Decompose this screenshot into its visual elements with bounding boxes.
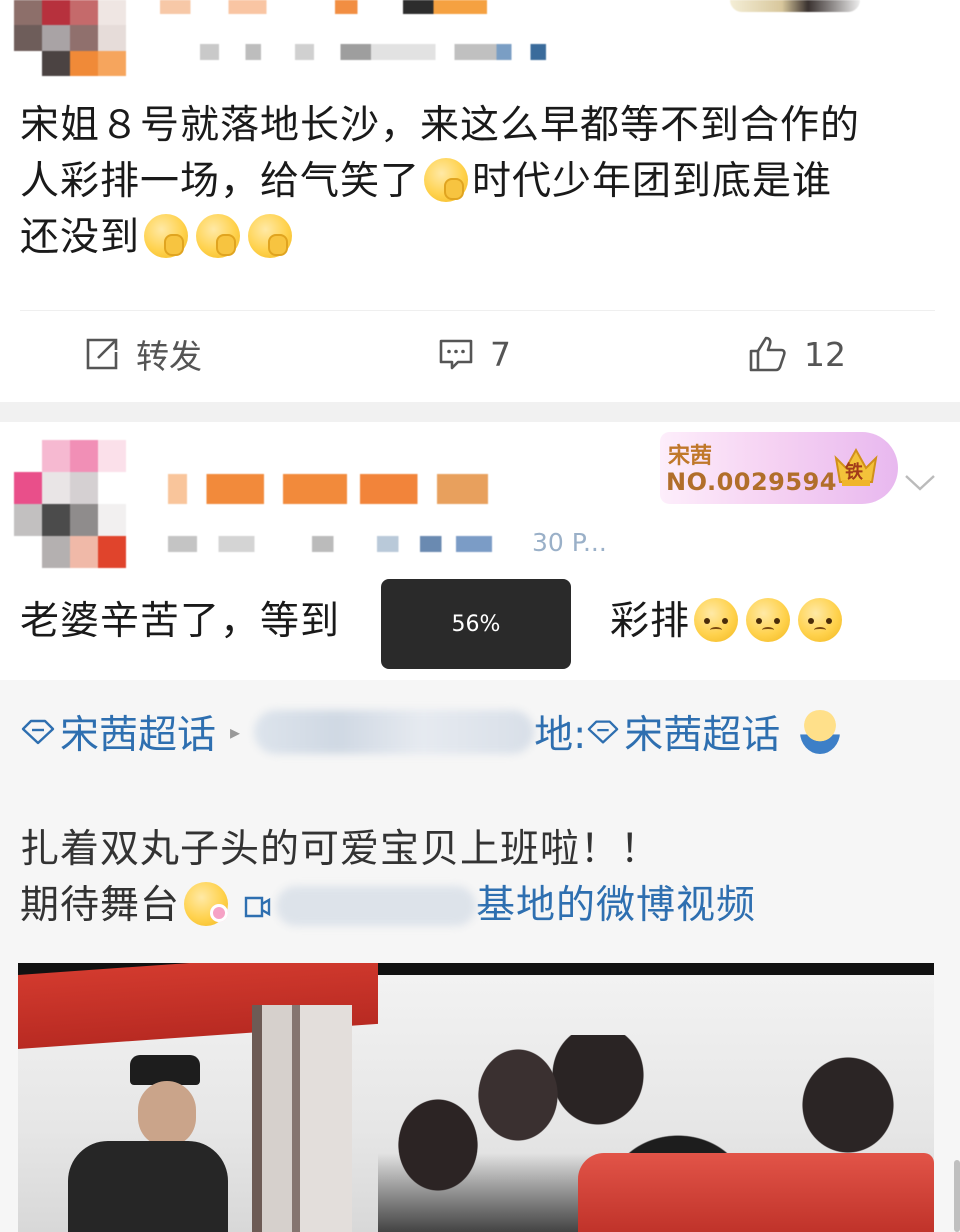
- avatar[interactable]: [14, 440, 126, 568]
- topic-link-1[interactable]: 宋茜超话: [60, 704, 216, 760]
- post-2-text-a: 老婆辛苦了，等到: [20, 599, 341, 644]
- fan-badge-title: 宋茜: [668, 444, 713, 469]
- fan-badge-number: NO.0029594: [666, 468, 837, 496]
- video-source-redacted: [276, 886, 477, 926]
- comment-icon: [439, 339, 473, 370]
- post-1-line-2: 人彩排一场，给气笑了 时代少年团到底是谁: [20, 158, 833, 204]
- sad-emoji-icon: [798, 598, 843, 642]
- video-link-icon: [244, 896, 271, 918]
- video-link[interactable]: 基地的微博视频: [232, 883, 756, 928]
- repost-label: 转发: [136, 337, 202, 376]
- reposted-card[interactable]: 宋茜超话 ▸ 地: 宋茜超话 扎着双丸子头的可爱宝贝上班啦！！ 期待舞台 基地的微…: [0, 680, 960, 1232]
- post-2-text-b: 彩排: [610, 599, 691, 644]
- like-button[interactable]: 12: [748, 332, 846, 376]
- username-redacted[interactable]: [168, 474, 488, 504]
- post-separator: [0, 402, 960, 422]
- topic-line: 宋茜超话 ▸ 地: 宋茜超话: [20, 704, 841, 760]
- header-thumbnail: [730, 0, 860, 12]
- video-frame: [18, 963, 934, 1232]
- post-meta-redacted: [168, 536, 528, 552]
- post-1-line-1: 宋姐８号就落地长沙，来这么早都等不到合作的: [20, 103, 861, 148]
- like-count: 12: [804, 334, 846, 374]
- thinking-emoji-icon: [196, 214, 241, 258]
- red-car: [578, 1153, 934, 1232]
- salute-emoji-icon: [800, 710, 841, 754]
- divider: [20, 310, 935, 311]
- thinking-emoji-icon: [424, 158, 469, 202]
- scrollbar[interactable]: [954, 1160, 960, 1232]
- diamond-topic-icon: [587, 720, 619, 744]
- reposted-line-1: 扎着双丸子头的可爱宝贝上班啦！！: [20, 827, 661, 872]
- topic-separator: ▸: [230, 720, 241, 744]
- post-1-text: 宋姐８号就落地长沙，来这么早都等不到合作的 人彩排一场，给气笑了 时代少年团到底是…: [20, 98, 950, 266]
- crown-label: 铁: [845, 462, 863, 483]
- post-1-line-3: 还没到: [20, 210, 950, 266]
- repost-icon: [86, 338, 118, 370]
- diamond-topic-icon: [21, 719, 55, 745]
- post-1: 宋姐８号就落地长沙，来这么早都等不到合作的 人彩排一场，给气笑了 时代少年团到底是…: [0, 0, 960, 400]
- progress-toast: 56%: [381, 579, 571, 669]
- comment-button[interactable]: 7: [438, 332, 511, 376]
- sad-emoji-icon: [694, 598, 739, 642]
- thumbs-up-icon: [749, 336, 786, 372]
- comment-count: 7: [490, 334, 511, 374]
- sad-emoji-icon: [746, 598, 791, 642]
- video-thumbnail[interactable]: [18, 963, 934, 1232]
- flower-emoji-icon: [184, 882, 229, 926]
- via-suffix: 地:: [534, 713, 587, 758]
- reposted-text: 扎着双丸子头的可爱宝贝上班啦！！ 期待舞台 基地的微博视频: [20, 822, 950, 934]
- thinking-emoji-icon: [248, 214, 293, 258]
- fan-badge[interactable]: 宋茜 NO.0029594 铁: [660, 432, 898, 504]
- post-meta-suffix: 30 P...: [532, 528, 607, 557]
- guard-figure: [68, 1055, 228, 1232]
- door-frame: [252, 1005, 352, 1232]
- repost-button[interactable]: 转发: [84, 332, 202, 376]
- reposted-line-2: 期待舞台 基地的微博视频: [20, 882, 757, 928]
- post-meta-redacted: [200, 44, 580, 60]
- source-redacted[interactable]: [254, 710, 535, 754]
- avatar[interactable]: [14, 0, 126, 76]
- crown-icon: 铁: [832, 444, 880, 490]
- chevron-down-icon[interactable]: [904, 474, 936, 492]
- username-redacted[interactable]: [160, 0, 540, 14]
- topic-link-2[interactable]: 宋茜超话: [624, 704, 780, 760]
- thinking-emoji-icon: [144, 214, 189, 258]
